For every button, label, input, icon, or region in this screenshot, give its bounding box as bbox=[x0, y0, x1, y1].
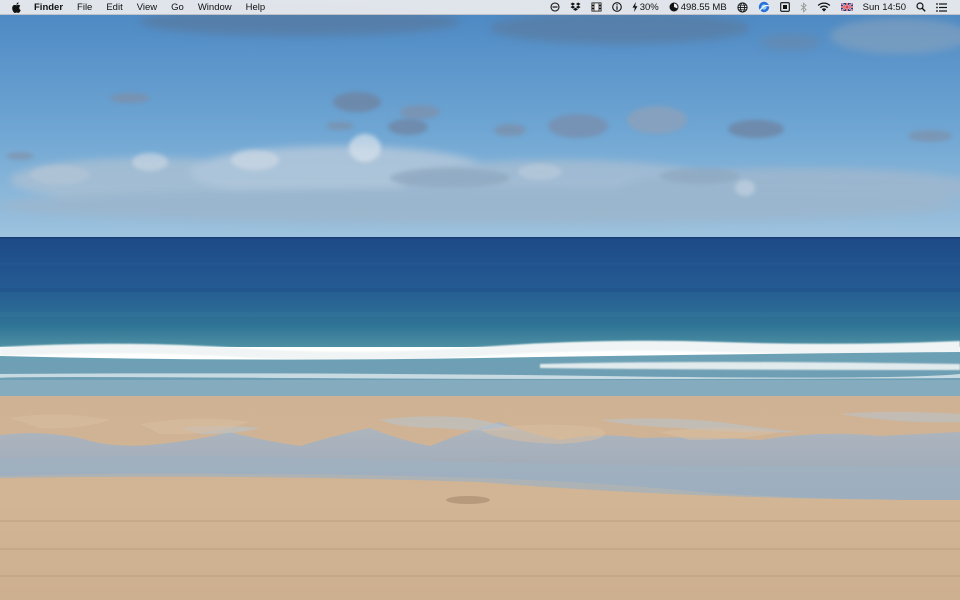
battery-status[interactable]: 30% bbox=[627, 0, 664, 15]
memory-gauge-icon bbox=[669, 2, 679, 12]
menu-go[interactable]: Go bbox=[164, 0, 191, 15]
memory-status[interactable]: 498.55 MB bbox=[664, 0, 732, 15]
screen-icon[interactable] bbox=[775, 0, 795, 15]
spotlight-search-icon[interactable] bbox=[911, 0, 931, 15]
menu-bar-left: Finder File Edit View Go Window Help bbox=[0, 0, 272, 15]
apple-menu-icon[interactable] bbox=[11, 0, 21, 15]
desktop[interactable]: Finder File Edit View Go Window Help 30%… bbox=[0, 0, 960, 600]
uk-flag-icon[interactable] bbox=[836, 0, 858, 15]
memory-usage: 498.55 MB bbox=[680, 1, 727, 13]
menu-bar-status-area: 30% 498.55 MB Sun 14:50 bbox=[545, 0, 960, 15]
clock[interactable]: Sun 14:50 bbox=[858, 0, 911, 15]
notification-center-icon[interactable] bbox=[931, 0, 952, 15]
menu-file[interactable]: File bbox=[70, 0, 99, 15]
battery-percent: 30% bbox=[639, 1, 659, 13]
wifi-icon[interactable] bbox=[812, 0, 836, 15]
menu-help[interactable]: Help bbox=[239, 0, 273, 15]
browser-icon[interactable] bbox=[753, 0, 775, 15]
do-not-disturb-icon[interactable] bbox=[545, 0, 565, 15]
menu-edit[interactable]: Edit bbox=[99, 0, 129, 15]
dropbox-icon[interactable] bbox=[565, 0, 586, 15]
desktop-wallpaper bbox=[0, 0, 960, 600]
bluetooth-icon[interactable] bbox=[795, 0, 812, 15]
menu-window[interactable]: Window bbox=[191, 0, 239, 15]
battery-bolt-icon bbox=[632, 2, 638, 12]
info-icon[interactable] bbox=[607, 0, 627, 15]
globe-icon[interactable] bbox=[732, 0, 753, 15]
menu-view[interactable]: View bbox=[130, 0, 164, 15]
menu-bar: Finder File Edit View Go Window Help 30%… bbox=[0, 0, 960, 15]
filmstrip-icon[interactable] bbox=[586, 0, 607, 15]
menu-app-finder[interactable]: Finder bbox=[27, 0, 70, 15]
